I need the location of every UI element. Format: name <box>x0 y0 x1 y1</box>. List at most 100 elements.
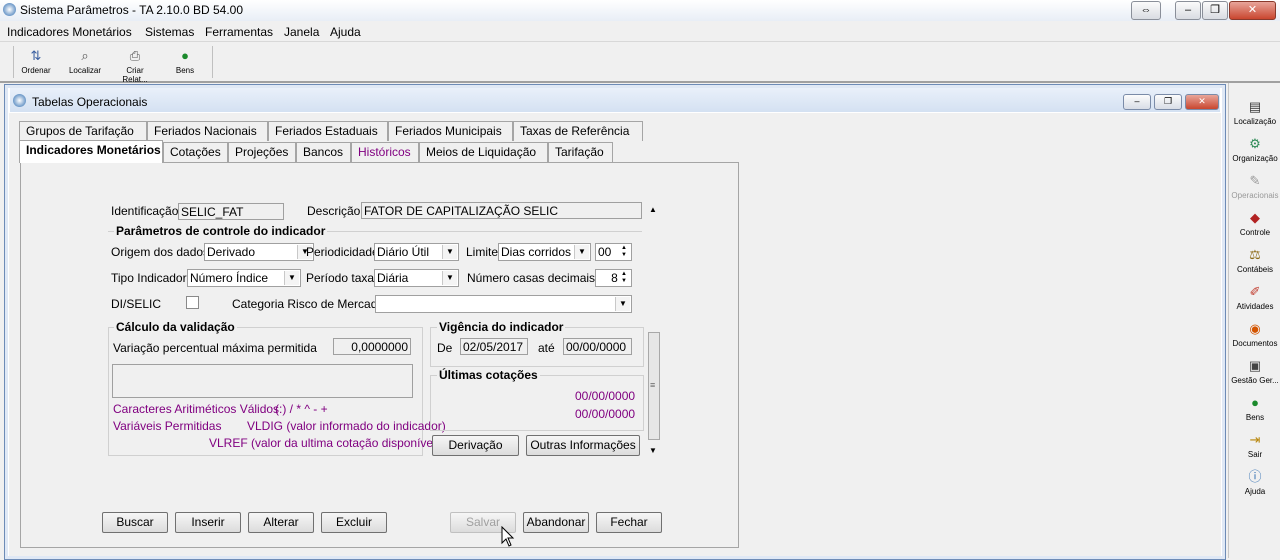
exit-icon: ⇥ <box>1249 432 1261 447</box>
rightbar-sair[interactable]: ⇥ Sair <box>1230 432 1280 459</box>
tab-feriados-municipais[interactable]: Feriados Municipais <box>388 121 513 141</box>
rightbar-bens-label: Bens <box>1245 413 1265 422</box>
child-close-button[interactable]: ✕ <box>1185 94 1219 110</box>
toolbar-separator <box>212 46 213 78</box>
rightbar-controle[interactable]: ◆ Controle <box>1230 210 1280 237</box>
diselic-checkbox[interactable] <box>186 296 199 309</box>
rightbar-organizacao[interactable]: ⚙ Organização <box>1230 136 1280 163</box>
periodo-select[interactable]: Diária ▼ <box>374 269 459 287</box>
close-button[interactable]: ✕ <box>1229 1 1276 20</box>
casas-spinner[interactable]: 8 ▲ ▼ <box>595 269 632 287</box>
scroll-up-icon[interactable]: ▲ <box>649 205 657 214</box>
diselic-label: DI/SELIC <box>111 297 162 311</box>
find-icon: ⌕ <box>81 48 89 63</box>
outras-informacoes-button[interactable]: Outras Informações <box>526 435 640 456</box>
activities-icon: ✐ <box>1249 284 1261 299</box>
periodo-label: Período taxa <box>306 271 375 285</box>
rightbar-atividades-label: Atividades <box>1236 302 1274 311</box>
tab-feriados-nacionais[interactable]: Feriados Nacionais <box>147 121 268 141</box>
spinner-arrows-icon[interactable]: ▲ ▼ <box>618 245 630 259</box>
chevron-down-icon[interactable]: ▼ <box>284 271 299 285</box>
toolbar-ordenar[interactable]: ⇅ Ordenar <box>14 48 58 75</box>
tab-historicos[interactable]: Históricos <box>351 142 419 162</box>
buscar-button[interactable]: Buscar <box>102 512 168 533</box>
limite-select[interactable]: Dias corridos ▼ <box>498 243 591 261</box>
restore-arrows-icon[interactable]: ⇔ <box>1131 1 1161 20</box>
rightbar-gestao[interactable]: ▣ Gestão Ger... <box>1230 358 1280 385</box>
rightbar-bens[interactable]: ● Bens <box>1230 395 1280 422</box>
toolbar-criar-relat[interactable]: ⎙ Criar Relat... <box>113 48 157 84</box>
rightbar-operacionais[interactable]: ✎ Operacionais <box>1230 173 1280 200</box>
categoria-select[interactable]: ▼ <box>375 295 632 313</box>
toolbar-localizar-label: Localizar <box>68 66 101 75</box>
abandonar-button[interactable]: Abandonar <box>523 512 589 533</box>
chevron-down-icon[interactable]: ▼ <box>442 271 457 285</box>
origem-select[interactable]: Derivado ▼ <box>204 243 314 261</box>
spinner-arrows-icon[interactable]: ▲ ▼ <box>618 271 630 285</box>
periodicidade-value: Diário Útil <box>377 245 430 259</box>
tab-indicadores-monetarios[interactable]: Indicadores Monetários <box>19 140 163 163</box>
toolbar-criar-relat-label: Criar Relat... <box>122 66 148 84</box>
child-maximize-button[interactable]: ❐ <box>1154 94 1182 110</box>
rightbar-ajuda[interactable]: ⓘ Ajuda <box>1230 469 1280 496</box>
money-bag-icon: ● <box>181 48 189 63</box>
tipo-value: Número Índice <box>190 271 269 285</box>
de-field[interactable]: 02/05/2017 <box>460 338 528 355</box>
tab-taxas-referencia[interactable]: Taxas de Referência <box>513 121 643 141</box>
tab-grupos-tarifacao[interactable]: Grupos de Tarifação <box>19 121 147 141</box>
tab-tarifacao[interactable]: Tarifação <box>548 142 613 162</box>
maximize-button[interactable]: ❐ <box>1202 1 1228 20</box>
tab-projecoes[interactable]: Projeções <box>228 142 296 162</box>
toolbar-bens[interactable]: ● Bens <box>163 48 207 75</box>
toolbar-localizar[interactable]: ⌕ Localizar <box>63 48 107 75</box>
rightbar-gestao-label: Gestão Ger... <box>1231 376 1279 385</box>
descricao-field[interactable]: FATOR DE CAPITALIZAÇÃO SELIC <box>361 202 642 219</box>
chevron-down-icon[interactable]: ▼ <box>615 297 630 311</box>
menu-indicadores[interactable]: Indicadores Monetários <box>7 25 132 39</box>
menu-janela[interactable]: Janela <box>284 25 319 39</box>
rightbar-atividades[interactable]: ✐ Atividades <box>1230 284 1280 311</box>
inserir-button[interactable]: Inserir <box>175 512 241 533</box>
excluir-button[interactable]: Excluir <box>321 512 387 533</box>
calc-title: Cálculo da validação <box>114 320 237 334</box>
tipo-select[interactable]: Número Índice ▼ <box>187 269 301 287</box>
help-icon: ⓘ <box>1248 469 1262 484</box>
alterar-button[interactable]: Alterar <box>248 512 314 533</box>
fechar-button[interactable]: Fechar <box>596 512 662 533</box>
menu-sistemas[interactable]: Sistemas <box>145 25 194 39</box>
chevron-down-icon[interactable]: ▼ <box>442 245 457 259</box>
rightbar-localizacao[interactable]: ▤ Localização <box>1230 99 1280 126</box>
cotacao-1: 00/00/0000 <box>575 389 636 403</box>
categoria-label: Categoria Risco de Mercado <box>232 297 385 311</box>
child-minimize-button[interactable]: – <box>1123 94 1151 110</box>
ate-field[interactable]: 00/00/0000 <box>563 338 632 355</box>
casas-value: 8 <box>611 271 618 285</box>
menu-ferramentas[interactable]: Ferramentas <box>205 25 273 39</box>
derivacao-button[interactable]: Derivação <box>432 435 519 456</box>
tab-meios-liquidacao[interactable]: Meios de Liquidação <box>419 142 548 162</box>
rightbar-organizacao-label: Organização <box>1232 154 1278 163</box>
sort-az-icon: ⇅ <box>30 48 42 63</box>
rightbar-contabeis-label: Contábeis <box>1236 265 1274 274</box>
minimize-button[interactable]: – <box>1175 1 1201 20</box>
scroll-down-icon[interactable]: ▼ <box>649 446 657 455</box>
limite-spinner[interactable]: 00 ▲ ▼ <box>595 243 632 261</box>
control-icon: ◆ <box>1250 210 1260 225</box>
rightbar-contabeis[interactable]: ⚖ Contábeis <box>1230 247 1280 274</box>
menu-ajuda[interactable]: Ajuda <box>330 25 361 39</box>
vigencia-title: Vigência do indicador <box>437 320 566 334</box>
organization-icon: ⚙ <box>1249 136 1261 151</box>
vldig-text: VLDIG (valor informado do indicador) <box>247 419 446 433</box>
origem-label: Origem dos dados <box>111 245 210 259</box>
chevron-down-icon[interactable]: ▼ <box>574 245 589 259</box>
variacao-field[interactable]: 0,0000000 <box>333 338 411 355</box>
identificacao-field[interactable]: SELIC_FAT <box>178 203 284 220</box>
rightbar-documentos[interactable]: ◉ Documentos <box>1230 321 1280 348</box>
tab-bancos[interactable]: Bancos <box>296 142 351 162</box>
tab-cotacoes[interactable]: Cotações <box>163 142 228 162</box>
mouse-cursor-icon <box>501 526 515 547</box>
tab-feriados-estaduais[interactable]: Feriados Estaduais <box>268 121 388 141</box>
scales-icon: ⚖ <box>1249 247 1261 262</box>
periodicidade-select[interactable]: Diário Útil ▼ <box>374 243 459 261</box>
formula-textarea[interactable] <box>112 364 413 398</box>
